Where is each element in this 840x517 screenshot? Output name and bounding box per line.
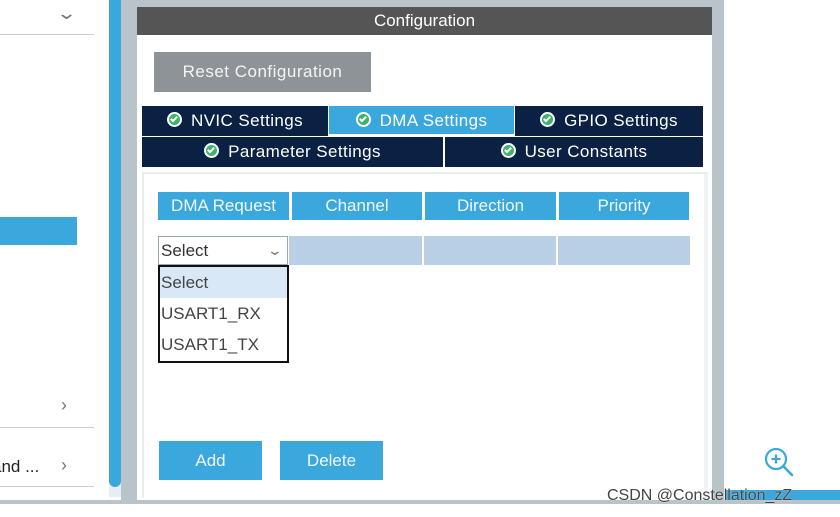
check-icon: [500, 143, 516, 158]
tab-parameter-settings[interactable]: Parameter Settings: [142, 137, 443, 167]
divider: [0, 34, 94, 35]
tab-dma-settings[interactable]: DMA Settings: [329, 106, 514, 134]
column-header-priority: Priority: [559, 192, 689, 220]
splitter[interactable]: [712, 0, 724, 503]
tab-label: NVIC Settings: [191, 111, 303, 130]
splitter[interactable]: [121, 0, 137, 503]
chevron-right-icon[interactable]: ›: [61, 456, 67, 474]
dropdown-option[interactable]: USART1_RX: [160, 298, 287, 329]
divider: [0, 486, 94, 487]
dropdown-option[interactable]: USART1_TX: [160, 329, 287, 360]
dma-request-dropdown: Select USART1_RX USART1_TX: [158, 265, 289, 363]
panel-title: Configuration: [137, 7, 712, 35]
column-header-dma-request: DMA Request: [158, 192, 289, 220]
check-icon: [355, 112, 371, 127]
check-icon: [167, 112, 183, 127]
divider: [0, 427, 94, 428]
tab-label: DMA Settings: [379, 111, 488, 130]
dropdown-option[interactable]: Select: [160, 267, 287, 298]
chevron-down-icon: ⌄: [266, 242, 284, 258]
tab-gpio-settings[interactable]: GPIO Settings: [515, 106, 703, 136]
tab-label: GPIO Settings: [564, 111, 678, 130]
dma-request-select[interactable]: Select ⌄: [158, 236, 288, 265]
cell-priority[interactable]: [558, 236, 690, 265]
add-button[interactable]: Add: [159, 441, 262, 480]
column-header-direction: Direction: [425, 192, 556, 220]
cell-direction[interactable]: [424, 236, 556, 265]
check-icon: [540, 112, 556, 127]
chevron-down-icon[interactable]: ⌄: [56, 4, 77, 22]
zoom-in-icon[interactable]: [763, 446, 795, 478]
watermark: CSDN @Constellation_zZ: [607, 487, 793, 504]
delete-button[interactable]: Delete: [280, 441, 383, 480]
cell-channel[interactable]: [289, 236, 422, 265]
reset-configuration-button[interactable]: Reset Configuration: [154, 52, 371, 92]
tab-user-constants[interactable]: User Constants: [445, 137, 703, 167]
scrollbar-thumb[interactable]: [109, 0, 121, 487]
check-icon: [204, 143, 220, 158]
sidebar-item-truncated[interactable]: and ...: [0, 457, 39, 477]
tab-nvic-settings[interactable]: NVIC Settings: [142, 106, 328, 136]
column-header-channel: Channel: [292, 192, 422, 220]
select-value: Select: [161, 241, 209, 260]
sidebar-selected-item[interactable]: [0, 217, 77, 245]
tab-label: User Constants: [524, 142, 648, 161]
tab-label: Parameter Settings: [228, 142, 381, 161]
chevron-right-icon[interactable]: ›: [61, 396, 67, 414]
